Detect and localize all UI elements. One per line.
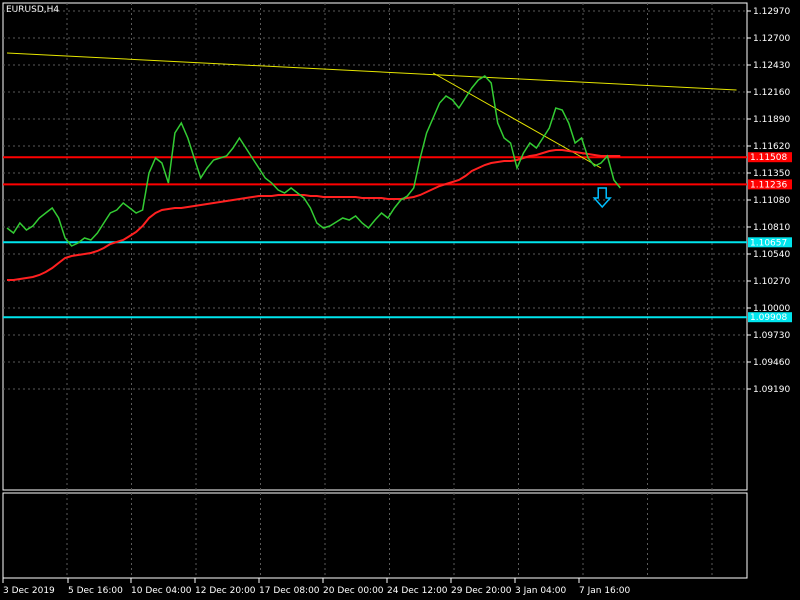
x-tick-label: 5 Dec 16:00 xyxy=(68,586,123,596)
y-tick-label: 1.12700 xyxy=(753,34,790,44)
y-tick-label: 1.09460 xyxy=(753,358,790,368)
price-line xyxy=(6,75,621,247)
price-badge-label: 1.10657 xyxy=(750,238,787,248)
x-tick-label: 12 Dec 20:00 xyxy=(195,586,256,596)
y-tick-label: 1.11350 xyxy=(753,169,790,179)
grid xyxy=(3,3,747,578)
y-tick-label: 1.10810 xyxy=(753,223,790,233)
y-tick-label: 1.10270 xyxy=(753,277,790,287)
down-arrow-icon-shape xyxy=(592,187,612,209)
y-tick-label: 1.12430 xyxy=(753,61,790,71)
price-badge-label: 1.11508 xyxy=(750,153,787,163)
x-tick-label: 3 Dec 2019 xyxy=(3,586,55,596)
y-tick-label: 1.11080 xyxy=(753,196,790,206)
y-tick-label: 1.11890 xyxy=(753,115,790,125)
sub-pane-border xyxy=(2,492,748,579)
y-tick-label: 1.11620 xyxy=(753,142,790,152)
y-tick-label: 1.12160 xyxy=(753,88,790,98)
y-tick-label: 1.09730 xyxy=(753,331,790,341)
x-tick-label: 3 Jan 04:00 xyxy=(515,586,567,596)
x-axis: 3 Dec 2019 5 Dec 16:00 10 Dec 04:00 12 Dec … xyxy=(2,578,631,596)
trendline[interactable] xyxy=(6,52,737,91)
x-tick-label: 20 Dec 00:00 xyxy=(323,586,384,596)
x-tick-label: 17 Dec 08:00 xyxy=(259,586,320,596)
horizontal-lines xyxy=(3,156,747,319)
y-axis: 1.12970 1.12700 1.12430 1.12160 1.11890 1.116… xyxy=(747,7,790,395)
down-arrow-icon xyxy=(592,187,612,209)
chart-title: EURUSD,H4 xyxy=(6,5,59,15)
x-tick-label: 29 Dec 20:00 xyxy=(451,586,512,596)
y-tick-label: 1.10540 xyxy=(753,250,790,260)
x-tick-label: 7 Jan 16:00 xyxy=(579,586,631,596)
x-tick-label: 24 Dec 12:00 xyxy=(387,586,448,596)
main-plot-border xyxy=(2,2,748,491)
trendline[interactable] xyxy=(432,72,602,169)
y-tick-label: 1.09190 xyxy=(753,385,790,395)
price-badge-label: 1.09908 xyxy=(750,313,787,323)
chart[interactable]: EURUSD,H4 1.129701.127001.124301.121601.… xyxy=(0,0,800,600)
price-badge-label: 1.11236 xyxy=(750,180,787,190)
x-tick-label: 10 Dec 04:00 xyxy=(131,586,192,596)
y-tick-label: 1.12970 xyxy=(753,7,790,17)
trendlines xyxy=(6,52,737,169)
